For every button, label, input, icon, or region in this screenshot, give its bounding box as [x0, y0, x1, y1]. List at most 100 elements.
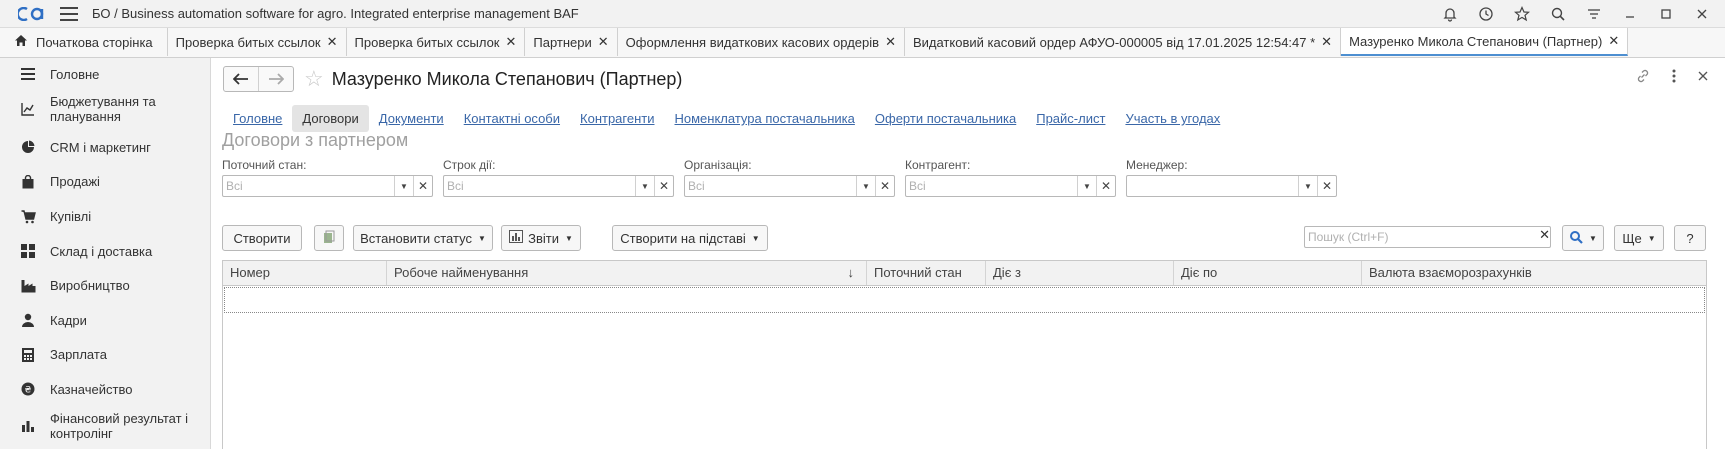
minimize-icon[interactable]: [1621, 5, 1639, 23]
column-header-label: Діє з: [993, 265, 1021, 280]
section-link-main[interactable]: Головне: [223, 105, 292, 132]
dropdown-arrow-icon[interactable]: ▼: [635, 176, 654, 196]
clear-icon[interactable]: ✕: [1317, 176, 1336, 196]
more-button[interactable]: Ще ▼: [1614, 225, 1664, 251]
column-header-currency[interactable]: Валюта взаєморозрахунків: [1362, 261, 1706, 285]
filter-term-field[interactable]: Всі ▼ ✕: [443, 175, 674, 197]
tab-cash-order-doc[interactable]: Видатковий касовий ордер АФУО-000005 від…: [904, 28, 1342, 56]
sidebar: Головне Бюджетування та планування CRM і…: [0, 58, 211, 449]
sidebar-item-production[interactable]: Виробництво: [0, 268, 210, 303]
sidebar-item-main[interactable]: Головне: [0, 60, 210, 88]
main-content: ☆ Мазуренко Микола Степанович (Партнер) …: [211, 58, 1725, 449]
more-vertical-icon[interactable]: [1671, 68, 1677, 88]
section-link-deals[interactable]: Участь в угодах: [1115, 105, 1230, 132]
clear-icon[interactable]: ✕: [875, 176, 894, 196]
search-icon[interactable]: [1549, 5, 1567, 23]
search-input[interactable]: Пошук (Ctrl+F) ✕: [1304, 226, 1551, 248]
filter-org-field[interactable]: Всі ▼ ✕: [684, 175, 895, 197]
column-header-state[interactable]: Поточний стан: [867, 261, 986, 285]
clear-icon[interactable]: ✕: [1096, 176, 1115, 196]
favorite-star-icon[interactable]: ☆: [304, 66, 324, 92]
nav-buttons: [223, 66, 294, 92]
sidebar-item-warehouse[interactable]: Склад і доставка: [0, 234, 210, 268]
close-tab-icon[interactable]: ✕: [598, 34, 609, 50]
filter-counterparty-field[interactable]: Всі ▼ ✕: [905, 175, 1116, 197]
column-header-valid-to[interactable]: Діє по: [1174, 261, 1362, 285]
tab-label: Партнери: [533, 34, 592, 50]
clear-icon[interactable]: ✕: [1539, 227, 1550, 247]
column-header-label: Робоче найменування: [394, 265, 529, 280]
section-link-documents[interactable]: Документи: [369, 105, 454, 132]
dropdown-arrow-icon[interactable]: ▼: [856, 176, 875, 196]
maximize-icon[interactable]: [1657, 5, 1675, 23]
bell-icon[interactable]: [1441, 5, 1459, 23]
table-row[interactable]: [224, 287, 1705, 313]
forward-arrow-icon[interactable]: [258, 67, 293, 91]
section-link-contracts[interactable]: Договори: [292, 105, 369, 132]
section-link-price-list[interactable]: Прайс-лист: [1026, 105, 1115, 132]
title-bar: БО / Business automation software for ag…: [0, 0, 1725, 28]
copy-button[interactable]: [314, 225, 344, 251]
dropdown-arrow-icon[interactable]: ▼: [1298, 176, 1317, 196]
link-icon[interactable]: [1635, 68, 1651, 88]
tab-cash-orders[interactable]: Оформлення видаткових касових ордерів ✕: [617, 28, 905, 56]
history-icon[interactable]: [1477, 5, 1495, 23]
sidebar-item-purchases[interactable]: Купівлі: [0, 199, 210, 234]
section-link-supplier-offers[interactable]: Оферти постачальника: [865, 105, 1026, 132]
star-icon[interactable]: [1513, 5, 1531, 23]
svg-text:₴: ₴: [25, 386, 32, 396]
section-link-counterparties[interactable]: Контрагенти: [570, 105, 664, 132]
tab-partners[interactable]: Партнери ✕: [525, 28, 618, 56]
close-tab-icon[interactable]: ✕: [327, 34, 338, 50]
filter-label: Строк дії:: [443, 158, 496, 172]
sidebar-item-sales[interactable]: Продажі: [0, 164, 210, 199]
filter-label: Організація:: [684, 158, 752, 172]
sort-desc-icon: ↓: [847, 265, 855, 280]
sidebar-item-salary[interactable]: Зарплата: [0, 337, 210, 372]
sidebar-item-label: Головне: [50, 66, 100, 82]
back-arrow-icon[interactable]: [224, 67, 258, 91]
close-tab-icon[interactable]: ✕: [1321, 34, 1332, 50]
close-tab-icon[interactable]: ✕: [885, 34, 896, 50]
dropdown-arrow-icon[interactable]: ▼: [1077, 176, 1096, 196]
sidebar-item-label: Фінансовий результат і контролінг: [50, 411, 189, 441]
help-button[interactable]: ?: [1674, 225, 1706, 251]
dropdown-arrow-icon: ▼: [564, 233, 573, 243]
column-header-number[interactable]: Номер: [223, 261, 387, 285]
button-label: Створити на підставі: [620, 230, 746, 246]
create-based-on-button[interactable]: Створити на підставі ▼: [612, 225, 768, 251]
dropdown-arrow-icon[interactable]: ▼: [394, 176, 413, 196]
filter-menu-icon[interactable]: [1585, 5, 1603, 23]
clear-icon[interactable]: ✕: [654, 176, 673, 196]
column-header-valid-from[interactable]: Діє з: [986, 261, 1174, 285]
sidebar-item-finance[interactable]: Фінансовий результат і контролінг: [0, 406, 210, 449]
sidebar-item-treasury[interactable]: ₴ Казначейство: [0, 372, 210, 406]
section-link-supplier-items[interactable]: Номенклатура постачальника: [665, 105, 865, 132]
filter-manager-field[interactable]: ▼ ✕: [1126, 175, 1337, 197]
app-logo-icon: [18, 5, 48, 23]
sidebar-item-label: Склад і доставка: [50, 243, 153, 259]
sidebar-item-crm[interactable]: CRM і маркетинг: [0, 130, 210, 164]
sidebar-item-budgeting[interactable]: Бюджетування та планування: [0, 88, 210, 130]
column-header-working-name[interactable]: Робоче найменування ↓: [387, 261, 867, 285]
tab-broken-links-1[interactable]: Проверка битых ссылок ✕: [167, 28, 347, 56]
set-status-button[interactable]: Встановити статус ▼: [353, 225, 493, 251]
create-button[interactable]: Створити: [222, 225, 302, 251]
button-label: ?: [1686, 230, 1694, 246]
clear-icon[interactable]: ✕: [413, 176, 432, 196]
column-header-label: Валюта взаєморозрахунків: [1369, 265, 1532, 280]
tab-broken-links-2[interactable]: Проверка битых ссылок ✕: [346, 28, 526, 56]
sidebar-item-hr[interactable]: Кадри: [0, 303, 210, 337]
main-menu-icon[interactable]: [60, 6, 78, 21]
tab-partner-card[interactable]: Мазуренко Микола Степанович (Партнер) ✕: [1341, 28, 1629, 56]
section-link-contacts[interactable]: Контактні особи: [454, 105, 570, 132]
close-window-icon[interactable]: [1693, 5, 1711, 23]
filter-state-field[interactable]: Всі ▼ ✕: [222, 175, 433, 197]
tab-home[interactable]: Початкова сторінка: [0, 28, 168, 56]
close-tab-icon[interactable]: ✕: [505, 34, 516, 50]
reports-button[interactable]: Звіти ▼: [501, 225, 581, 251]
close-tab-icon[interactable]: ✕: [1608, 33, 1619, 49]
close-form-icon[interactable]: [1697, 68, 1709, 88]
search-button[interactable]: ▼: [1562, 225, 1604, 251]
contracts-table[interactable]: Номер Робоче найменування ↓ Поточний стан…: [222, 260, 1707, 449]
